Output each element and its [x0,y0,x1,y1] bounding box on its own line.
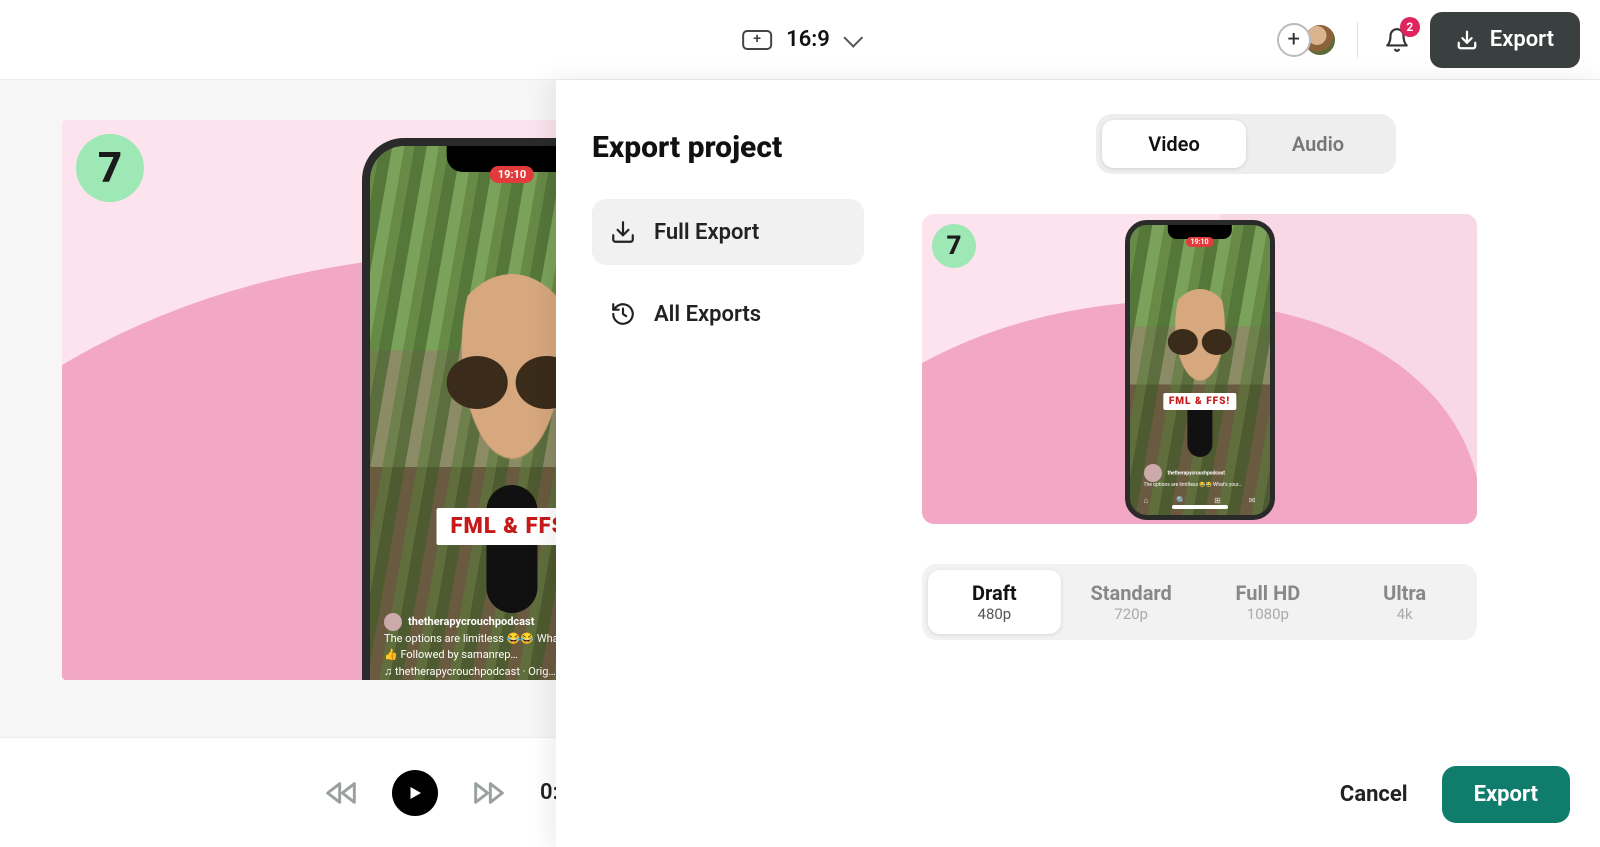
tab-audio[interactable]: Audio [1246,120,1390,168]
slide-number-badge: 7 [76,134,144,202]
quality-label: Ultra [1383,581,1426,605]
sunglasses-icon [1167,329,1231,355]
quality-fullhd[interactable]: Full HD 1080p [1202,570,1335,634]
caption-banner: FML & FFS! [1163,393,1236,410]
tiktok-followed-by: Followed by samanrep… [400,648,517,661]
quality-sub: 720p [1114,605,1148,623]
download-icon [1456,29,1478,51]
quality-draft[interactable]: Draft 480p [928,570,1061,634]
tiktok-overlay: thetherapycrouchpodcast The options are … [1144,464,1256,490]
export-type-segmented: Video Audio [1096,114,1396,174]
sidebar-item-all-exports[interactable]: All Exports [592,281,864,347]
plus-box-icon: ⊞ [1214,496,1221,505]
quality-sub: 1080p [1247,605,1289,623]
quality-label: Full HD [1236,581,1301,605]
rewind-button[interactable] [320,772,362,814]
recording-time-pill: 19:10 [1185,237,1213,247]
recording-time-pill: 19:10 [490,166,534,183]
tiktok-music: thetherapycrouchpodcast · Orig… [395,665,556,678]
export-panel-title: Export project [592,130,864,165]
play-button[interactable] [392,770,438,816]
profile-avatar-icon [384,613,402,631]
invite-collaborator[interactable]: + [1277,23,1337,57]
quality-label: Draft [972,581,1017,605]
quality-segmented: Draft 480p Standard 720p Full HD 1080p U… [922,564,1477,640]
home-icon: ⌂ [1143,496,1148,505]
cancel-button[interactable]: Cancel [1320,768,1428,821]
divider [1357,22,1358,58]
export-button-header[interactable]: Export [1430,12,1580,68]
fast-forward-button[interactable] [468,772,510,814]
inbox-icon: ✉ [1249,496,1256,505]
notification-badge: 2 [1400,17,1420,37]
plus-icon: + [1277,23,1311,57]
home-indicator [1172,505,1228,509]
export-preview: 7 19:10 FML & FFS! thetherapycrouchpodca… [922,214,1477,524]
quality-standard[interactable]: Standard 720p [1065,570,1198,634]
aspect-ratio-value: 16:9 [786,27,830,52]
tiktok-caption: The options are limitless 😂😂 What's your… [1144,482,1256,490]
sidebar-item-full-export[interactable]: Full Export [592,199,864,265]
microphone-icon [486,485,537,613]
aspect-ratio-selector[interactable]: 16:9 [742,27,858,52]
chevron-down-icon [843,27,863,47]
export-footer: Cancel Export [1320,766,1570,823]
top-bar: 16:9 + 2 Export [0,0,1600,80]
export-panel: Export project Full Export All Exports V… [556,80,1600,847]
slide-number-badge: 7 [932,224,976,268]
search-icon: 🔍 [1176,496,1186,505]
export-button-label: Export [1490,27,1554,52]
quality-label: Standard [1090,581,1171,605]
sidebar-item-label: Full Export [654,220,759,245]
profile-avatar-icon [1144,464,1162,482]
tab-video[interactable]: Video [1102,120,1246,168]
export-sidebar: Export project Full Export All Exports [556,80,886,847]
quality-sub: 4k [1397,605,1413,623]
export-button[interactable]: Export [1442,766,1570,823]
quality-ultra[interactable]: Ultra 4k [1338,570,1471,634]
export-settings: Video Audio 7 19:10 FML & FFS! thetherap… [886,80,1600,847]
phone-mockup: 19:10 FML & FFS! thetherapycrouchpodcast… [1125,220,1275,520]
sidebar-item-label: All Exports [654,302,761,327]
aspect-ratio-icon [742,30,772,50]
download-icon [610,219,636,245]
tiktok-username: thetherapycrouchpodcast [1168,470,1225,476]
quality-sub: 480p [978,605,1012,623]
history-icon [610,301,636,327]
notifications-button[interactable]: 2 [1378,21,1416,59]
tiktok-tab-bar: ⌂ 🔍 ⊞ ✉ [1130,496,1270,505]
tiktok-username: thetherapycrouchpodcast [408,614,534,627]
